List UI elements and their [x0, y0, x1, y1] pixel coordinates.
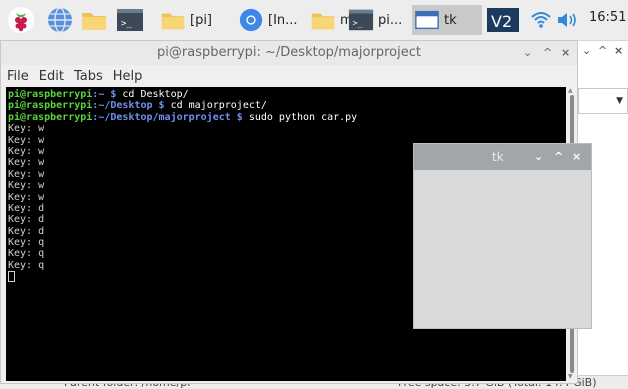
wifi-tray-button[interactable]	[530, 5, 552, 35]
prompt-path: :~/Desktop $	[92, 100, 165, 112]
chevron-down-icon: ⌄	[534, 150, 544, 163]
bg-window-minimize-button[interactable]: ⌄	[582, 44, 591, 57]
folder-icon	[82, 13, 106, 30]
terminal-close-button[interactable]: ×	[561, 46, 570, 59]
prompt-command: cd majorproject/	[164, 100, 267, 112]
vnc-tray-button[interactable]: V2	[486, 5, 520, 35]
svg-text:V2: V2	[491, 12, 512, 31]
task-label: [In...	[268, 12, 298, 28]
prompt-line: pi@raspberrypi:~/Desktop $ cd majorproje…	[8, 100, 566, 111]
tk-title: tk	[492, 150, 504, 164]
prompt-line: pi@raspberrypi:~/Desktop/majorproject $ …	[8, 112, 566, 123]
task-label: tk	[444, 12, 457, 28]
prompt-path: :~ $	[92, 89, 117, 100]
globe-icon	[48, 7, 72, 33]
chevron-down-icon: ⌄	[523, 46, 533, 59]
browser-launcher[interactable]	[46, 6, 74, 34]
tk-window[interactable]: tk ⌄ ^ ×	[413, 143, 592, 329]
close-icon: ×	[561, 46, 571, 59]
menu-help[interactable]: Help	[113, 69, 143, 84]
menu-file[interactable]: File	[7, 69, 29, 84]
terminal-titlebar[interactable]: pi@raspberrypi: ~/Desktop/majorproject ⌄…	[1, 41, 577, 65]
prompt-user: pi@raspberrypi	[8, 89, 93, 100]
chromium-icon	[239, 8, 263, 32]
file-manager-launcher[interactable]	[80, 6, 108, 34]
prompt-user: pi@raspberrypi	[8, 100, 93, 112]
prompt-command: cd Desktop/	[116, 89, 189, 100]
terminal-maximize-button[interactable]: ^	[543, 46, 552, 59]
close-icon: ×	[572, 150, 582, 163]
bg-path-combo[interactable]: ▼	[578, 88, 628, 114]
terminal-launcher[interactable]: >_	[116, 6, 144, 34]
prompt-path: :~/Desktop/majorproject $	[92, 111, 243, 123]
window-icon	[415, 10, 439, 30]
chevron-down-icon: ⌄	[582, 44, 592, 57]
chevron-up-icon: ^	[598, 44, 608, 57]
prompt-user: pi@raspberrypi	[8, 111, 93, 123]
bg-window-close-button[interactable]: ×	[614, 44, 623, 57]
task-browser[interactable]: [In...	[236, 5, 304, 35]
menu-tabs[interactable]: Tabs	[74, 69, 103, 84]
terminal-title: pi@raspberrypi: ~/Desktop/majorproject	[157, 45, 421, 60]
bg-window-maximize-button[interactable]: ^	[598, 44, 607, 57]
folder-icon	[161, 13, 185, 30]
tk-minimize-button[interactable]: ⌄	[534, 150, 543, 163]
task-terminal[interactable]: >_ pi...	[346, 5, 408, 35]
folder-icon	[311, 13, 335, 30]
svg-text:>_: >_	[121, 19, 132, 29]
menu-edit[interactable]: Edit	[39, 69, 64, 84]
svg-text:>_: >_	[353, 18, 364, 28]
task-tk-window[interactable]: tk	[412, 5, 482, 35]
prompt-line: pi@raspberrypi:~ $ cd Desktop/	[8, 89, 566, 100]
terminal-menubar: File Edit Tabs Help	[1, 65, 577, 87]
clock: 16:51	[589, 10, 627, 25]
dropdown-arrow-icon: ▼	[616, 96, 623, 106]
close-icon: ×	[614, 44, 624, 57]
tk-close-button[interactable]: ×	[572, 150, 581, 163]
tk-maximize-button[interactable]: ^	[554, 150, 563, 163]
chevron-up-icon: ^	[543, 46, 553, 59]
scroll-up-icon[interactable]: ▲	[568, 87, 573, 94]
terminal-minimize-button[interactable]: ⌄	[523, 46, 532, 59]
text-cursor	[8, 271, 15, 283]
task-label: [pi]	[190, 12, 213, 28]
terminal-icon: >_	[117, 9, 143, 31]
vnc-icon: V2	[487, 8, 519, 32]
wifi-icon	[531, 12, 551, 28]
top-panel: >_ [pi] [In... ma... >_ pi...	[0, 0, 628, 41]
raspberry-icon	[8, 7, 34, 33]
terminal-icon: >_	[348, 9, 374, 31]
raspberry-menu-button[interactable]	[6, 5, 36, 35]
prompt-command: sudo python car.py	[242, 111, 358, 123]
output-line: Key: w	[8, 123, 45, 135]
task-label: pi...	[378, 12, 403, 28]
volume-tray-button[interactable]	[556, 5, 580, 35]
speaker-icon	[558, 13, 576, 27]
chevron-up-icon: ^	[554, 150, 564, 163]
task-folder-pi[interactable]: [pi]	[158, 5, 232, 35]
scroll-down-icon[interactable]: ▼	[568, 373, 573, 380]
tk-titlebar[interactable]: tk ⌄ ^ ×	[414, 144, 591, 170]
